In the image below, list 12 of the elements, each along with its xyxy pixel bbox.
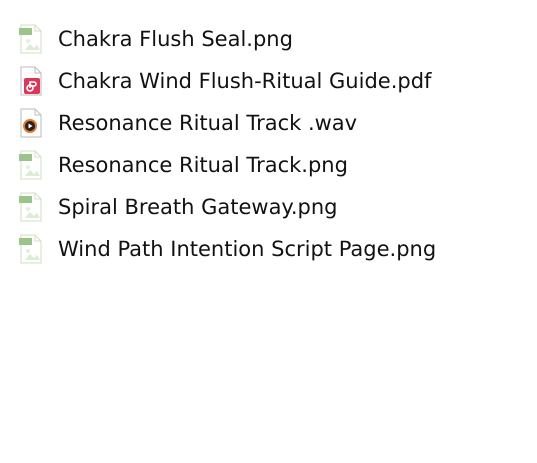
- pdf-file-icon: [18, 66, 44, 96]
- file-name[interactable]: Resonance Ritual Track.png: [58, 153, 348, 177]
- file-name[interactable]: Chakra Wind Flush-Ritual Guide.pdf: [58, 69, 432, 93]
- file-name[interactable]: Resonance Ritual Track .wav: [58, 111, 358, 135]
- image-file-icon: [18, 150, 44, 180]
- image-file-icon: [18, 234, 44, 264]
- image-file-icon: [18, 192, 44, 222]
- file-name[interactable]: Wind Path Intention Script Page.png: [58, 237, 436, 261]
- file-name[interactable]: Spiral Breath Gateway.png: [58, 195, 338, 219]
- file-name[interactable]: Chakra Flush Seal.png: [58, 27, 293, 51]
- image-file-icon: [18, 24, 44, 54]
- audio-file-icon: [18, 108, 44, 138]
